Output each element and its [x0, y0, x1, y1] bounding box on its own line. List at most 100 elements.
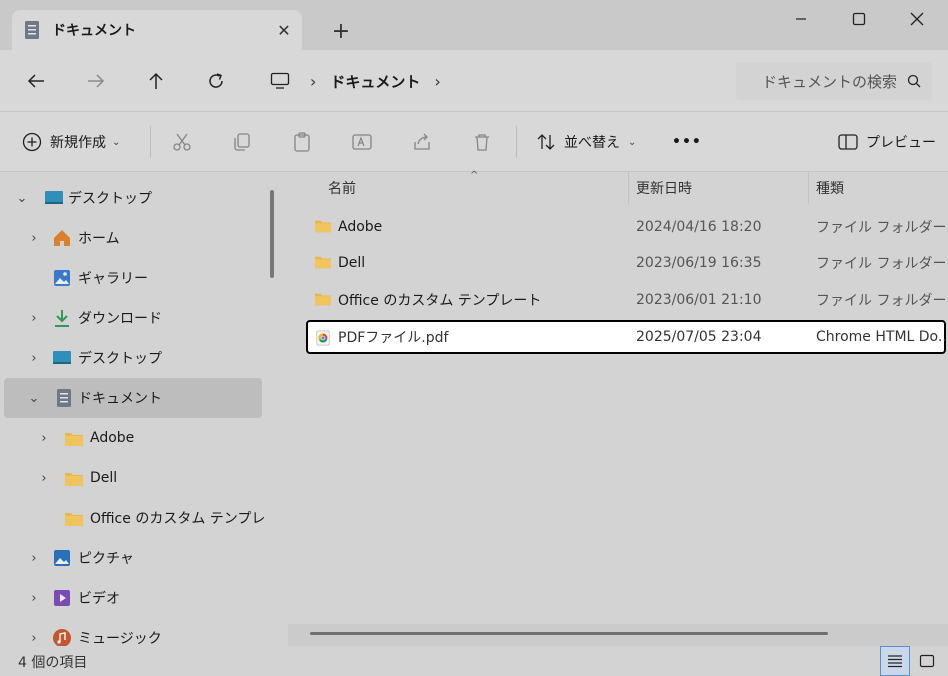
- breadcrumb-documents[interactable]: ドキュメント: [330, 71, 420, 92]
- preview-button[interactable]: プレビュー: [838, 126, 936, 158]
- minimize-button[interactable]: [772, 0, 830, 38]
- download-icon: [55, 310, 69, 327]
- new-label: 新規作成: [50, 135, 106, 151]
- sidebar-scrollbar[interactable]: [270, 190, 274, 278]
- documents-icon: [57, 389, 71, 407]
- arrow-up-icon: [149, 72, 163, 89]
- desktop-icon: [53, 351, 71, 364]
- file-row-highlighted[interactable]: PDFファイル.pdf 2025/07/05 23:04 Chrome HTML…: [306, 320, 948, 354]
- new-button[interactable]: 新規作成 ⌄: [22, 126, 120, 158]
- column-divider[interactable]: [808, 172, 809, 204]
- sidebar-item-desktop[interactable]: › デスクトップ: [0, 338, 262, 378]
- horizontal-scroll-track[interactable]: [288, 624, 948, 646]
- address-bar[interactable]: › ドキュメント ›: [258, 62, 720, 100]
- sidebar-item-office-templates[interactable]: Office のカスタム テンプレート: [0, 498, 264, 538]
- sidebar-item-desktop-root[interactable]: ⌄ デスクトップ: [0, 178, 262, 218]
- sort-button[interactable]: 並べ替え ⌄: [536, 126, 636, 158]
- file-row[interactable]: Office のカスタム テンプレート 2023/06/01 21:10 ファイ…: [308, 283, 948, 317]
- share-icon: [414, 133, 430, 150]
- file-name: PDFファイル.pdf: [338, 330, 449, 346]
- file-type: ファイル フォルダー: [816, 256, 947, 272]
- preview-pane-icon: [838, 134, 858, 150]
- search-input[interactable]: ドキュメントの検索: [762, 71, 896, 92]
- file-name: Adobe: [338, 219, 383, 235]
- file-row[interactable]: Dell 2023/06/19 16:35 ファイル フォルダー: [308, 246, 948, 280]
- details-view-button[interactable]: [880, 646, 910, 676]
- sidebar-item-gallery[interactable]: ギャラリー: [0, 258, 262, 298]
- rename-button[interactable]: [352, 126, 374, 158]
- horizontal-scrollbar[interactable]: [310, 632, 828, 635]
- paste-button[interactable]: [292, 126, 312, 158]
- forward-button[interactable]: [78, 64, 114, 98]
- sidebar-item-label: ホーム: [78, 231, 120, 247]
- chrome-pdf-icon: [316, 330, 330, 346]
- folder-icon: [315, 256, 331, 269]
- maximize-icon: [852, 12, 866, 26]
- tab-close-button[interactable]: ✕: [266, 21, 302, 40]
- sort-ascending-icon: ^: [470, 170, 479, 181]
- more-options-button[interactable]: •••: [672, 126, 702, 158]
- chevron-right-icon[interactable]: ›: [26, 630, 42, 646]
- file-row[interactable]: Adobe 2024/04/16 18:20 ファイル フォルダー: [308, 210, 948, 244]
- share-button[interactable]: [412, 126, 432, 158]
- chevron-right-icon[interactable]: ›: [26, 550, 42, 566]
- title-bar: ドキュメント ✕ +: [0, 0, 948, 50]
- sidebar-item-videos[interactable]: › ビデオ: [0, 578, 262, 618]
- up-button[interactable]: [138, 64, 174, 98]
- search-icon[interactable]: [896, 74, 932, 88]
- cut-button[interactable]: [172, 126, 192, 158]
- chevron-right-icon[interactable]: ›: [36, 470, 52, 486]
- search-box[interactable]: ドキュメントの検索: [736, 62, 932, 100]
- chevron-right-icon[interactable]: ›: [26, 230, 42, 246]
- sidebar-item-music[interactable]: › ミュージック: [0, 618, 262, 646]
- refresh-button[interactable]: [198, 64, 234, 98]
- tiles-view-button[interactable]: [912, 646, 942, 676]
- back-button[interactable]: [18, 64, 54, 98]
- arrow-right-icon: [88, 74, 105, 88]
- sidebar-item-label: ビデオ: [78, 591, 120, 607]
- sidebar-item-label: ピクチャ: [78, 551, 134, 567]
- sidebar-item-home[interactable]: › ホーム: [0, 218, 262, 258]
- copy-icon: [234, 133, 250, 151]
- tab-title: ドキュメント: [52, 23, 136, 39]
- sidebar-item-adobe[interactable]: › Adobe: [0, 418, 262, 458]
- sidebar-item-label: ドキュメント: [78, 391, 162, 407]
- copy-button[interactable]: [232, 126, 252, 158]
- sidebar-item-dell[interactable]: › Dell: [0, 458, 262, 498]
- delete-button[interactable]: [472, 126, 492, 158]
- chevron-right-icon[interactable]: ›: [36, 430, 52, 446]
- close-icon: [910, 12, 924, 26]
- toolbar-divider: [516, 126, 517, 158]
- file-list: ^ 名前 更新日時 種類 Adobe 2024/04/16 18:20 ファイル…: [288, 170, 948, 646]
- tab-documents[interactable]: ドキュメント ✕: [12, 10, 302, 50]
- file-type: ファイル フォルダー: [816, 293, 947, 309]
- music-icon: [53, 629, 71, 646]
- computer-icon: [270, 72, 290, 89]
- videos-icon: [54, 590, 70, 606]
- sidebar-item-documents[interactable]: ⌄ ドキュメント: [4, 378, 262, 418]
- column-header-type[interactable]: 種類: [816, 172, 844, 204]
- item-count: 4 個の項目: [18, 655, 88, 671]
- sidebar-item-label: デスクトップ: [68, 191, 152, 207]
- chevron-down-icon[interactable]: ⌄: [14, 190, 30, 206]
- chevron-right-icon[interactable]: ›: [26, 590, 42, 606]
- new-tab-button[interactable]: +: [326, 18, 356, 48]
- command-bar: 新規作成 ⌄ 並べ替え ⌄ ••• プレビュー: [0, 112, 948, 172]
- gallery-icon: [54, 270, 70, 286]
- sidebar-item-pictures[interactable]: › ピクチャ: [0, 538, 262, 578]
- column-divider[interactable]: [628, 172, 629, 204]
- chevron-right-icon[interactable]: ›: [434, 72, 440, 91]
- refresh-icon: [209, 73, 223, 88]
- maximize-button[interactable]: [830, 0, 888, 38]
- folder-icon: [65, 473, 83, 486]
- file-type: ファイル フォルダー: [816, 220, 947, 236]
- column-header-modified[interactable]: 更新日時: [636, 172, 692, 204]
- file-modified: 2023/06/01 21:10: [636, 292, 762, 308]
- close-window-button[interactable]: [888, 0, 946, 38]
- sidebar-item-downloads[interactable]: › ダウンロード: [0, 298, 262, 338]
- column-header-name[interactable]: 名前: [328, 172, 356, 204]
- chevron-right-icon[interactable]: ›: [26, 310, 42, 326]
- chevron-down-icon[interactable]: ⌄: [26, 390, 42, 406]
- chevron-right-icon[interactable]: ›: [26, 350, 42, 366]
- more-icon: •••: [672, 134, 702, 150]
